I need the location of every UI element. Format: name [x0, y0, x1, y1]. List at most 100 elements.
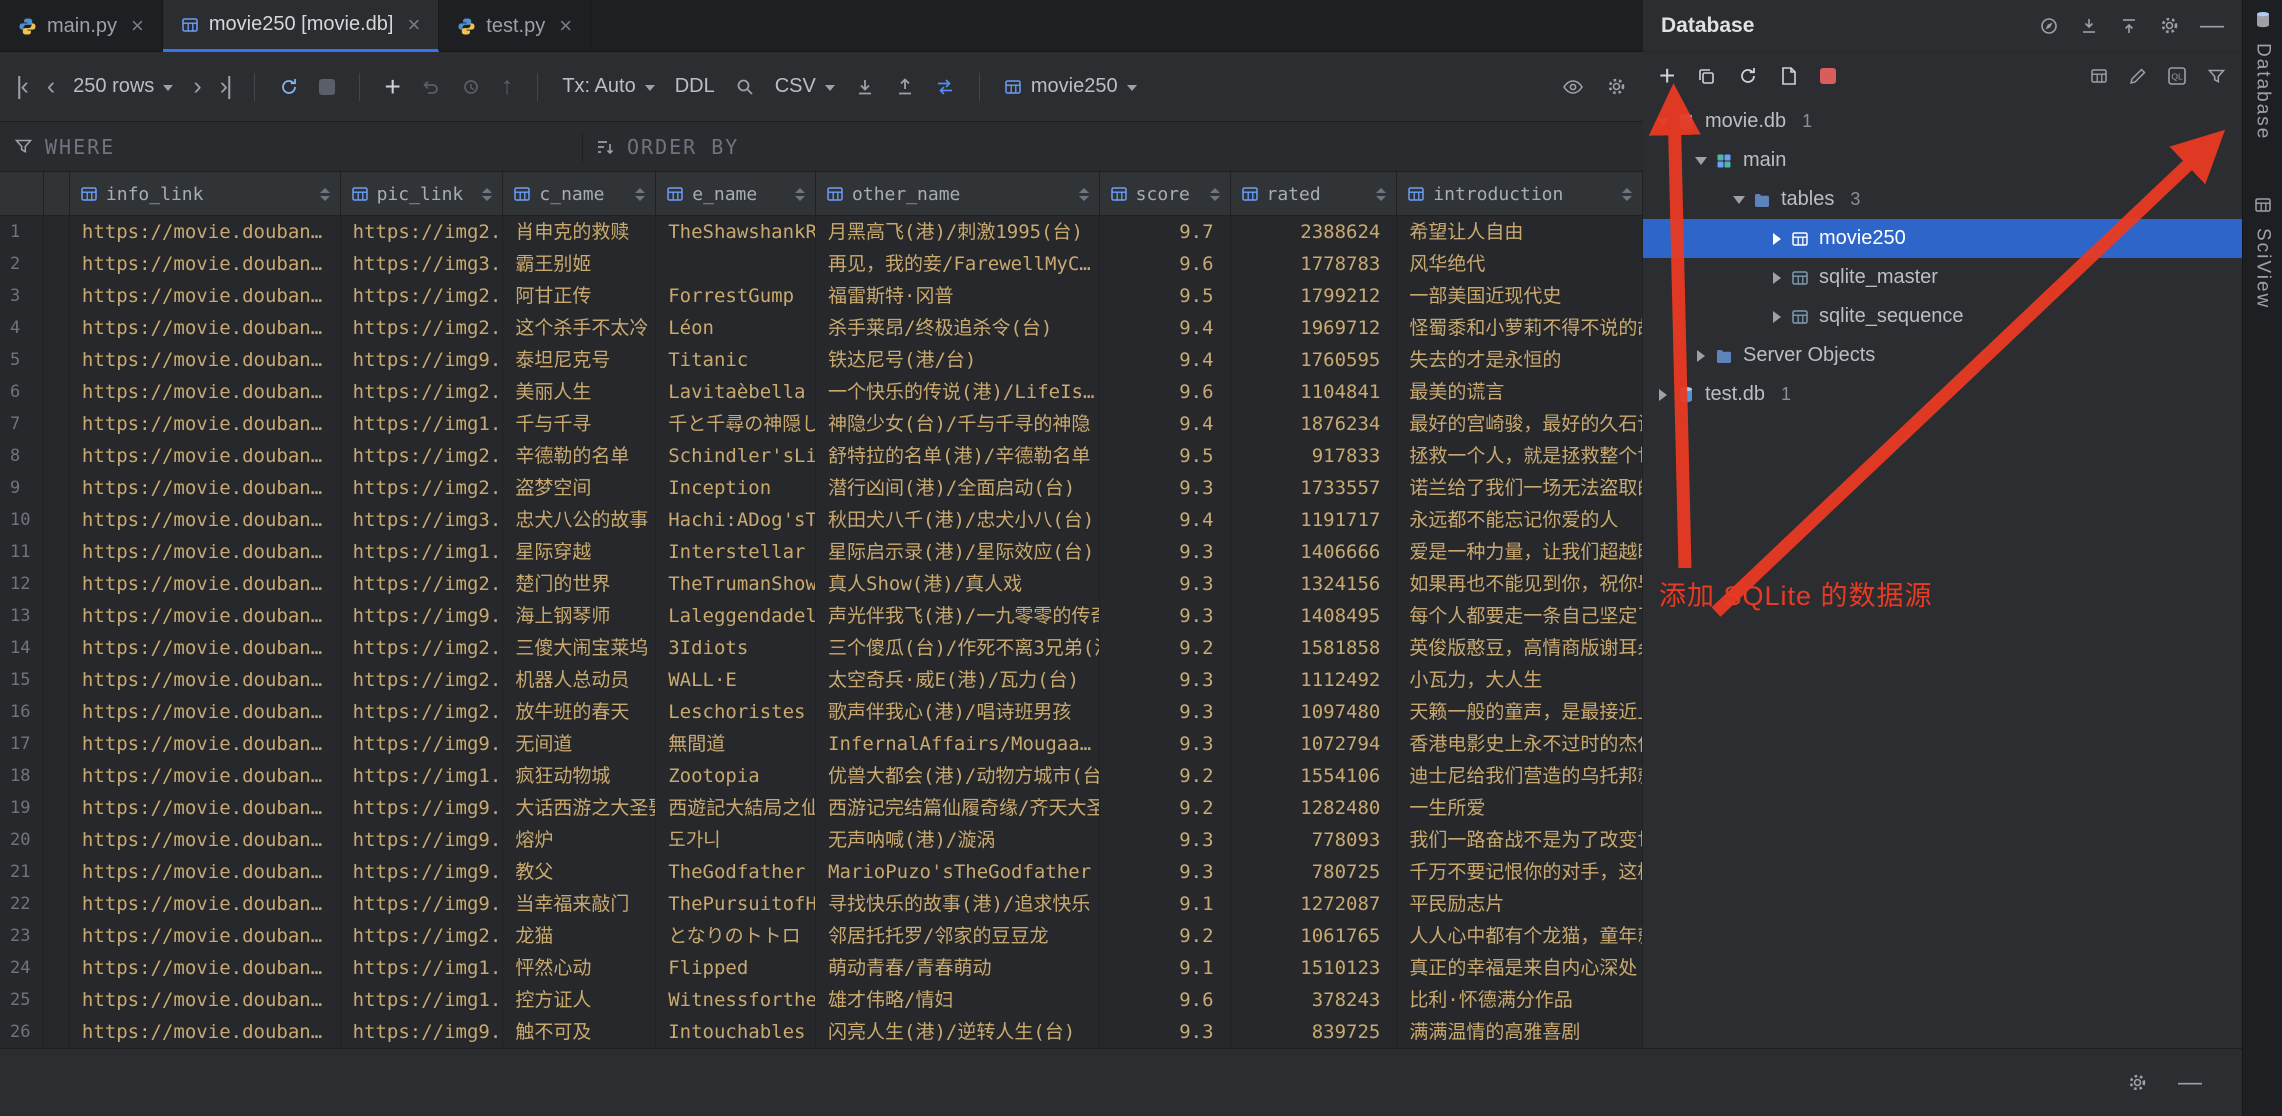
cell-introduction[interactable]: 真正的幸福是来自内心深处 — [1397, 952, 1643, 984]
cell-e_name[interactable]: ThePursuitofHapp… — [656, 888, 816, 920]
cell-c_name[interactable]: 触不可及 — [503, 1016, 656, 1048]
cell-c_name[interactable]: 当幸福来敲门 — [503, 888, 656, 920]
tree-item-sqlite-master[interactable]: sqlite_master — [1643, 258, 2242, 297]
cell-rated[interactable]: 1969712 — [1231, 312, 1398, 344]
cell-c_name[interactable]: 楚门的世界 — [503, 568, 656, 600]
cell-c_name[interactable]: 阿甘正传 — [503, 280, 656, 312]
cell-introduction[interactable]: 平民励志片 — [1397, 888, 1643, 920]
chevron-right-icon[interactable] — [1659, 389, 1667, 401]
cell-pic_link[interactable]: https://img9.dou… — [341, 824, 504, 856]
cell-rated[interactable]: 1282480 — [1231, 792, 1398, 824]
cell-score[interactable]: 9.2 — [1100, 792, 1231, 824]
cell-pic_link[interactable]: https://img9.dou… — [341, 728, 504, 760]
cell-rated[interactable]: 1191717 — [1231, 504, 1398, 536]
cell-rated[interactable]: 1324156 — [1231, 568, 1398, 600]
cell-score[interactable]: 9.3 — [1100, 824, 1231, 856]
cell-info_link[interactable]: https://movie.douban… — [70, 600, 341, 632]
export-format-dropdown[interactable]: CSV — [775, 75, 835, 98]
cell-score[interactable]: 9.6 — [1100, 984, 1231, 1016]
duplicate-icon[interactable] — [1697, 67, 1716, 86]
cell-info_link[interactable]: https://movie.douban… — [70, 632, 341, 664]
cell-score[interactable]: 9.5 — [1100, 280, 1231, 312]
cell-pic_link[interactable]: https://img3.dou… — [341, 504, 504, 536]
cell-introduction[interactable]: 比利·怀德满分作品 — [1397, 984, 1643, 1016]
ddl-button[interactable]: DDL — [675, 75, 715, 98]
cell-other_name[interactable]: 西游记完结篇仙履奇缘/齐天大圣… — [816, 792, 1100, 824]
cell-other_name[interactable]: MarioPuzo'sTheGodfather — [816, 856, 1100, 888]
cell-info_link[interactable]: https://movie.douban… — [70, 344, 341, 376]
cell-info_link[interactable]: https://movie.douban… — [70, 216, 341, 248]
export-download-icon[interactable] — [855, 77, 875, 97]
cell-introduction[interactable]: 人人心中都有个龙猫，童年就永 — [1397, 920, 1643, 952]
cell-pic_link[interactable]: https://img2.dou… — [341, 376, 504, 408]
order-by-field[interactable]: ORDER BY — [583, 135, 739, 159]
cell-e_name[interactable]: TheTrumanShow — [656, 568, 816, 600]
cell-e_name[interactable]: 西遊記大結局之仙履奇緣 — [656, 792, 816, 824]
cell-score[interactable]: 9.3 — [1100, 536, 1231, 568]
compare-icon[interactable] — [935, 77, 955, 97]
undo-icon[interactable] — [421, 77, 441, 97]
cell-e_name[interactable]: Léon — [656, 312, 816, 344]
cell-introduction[interactable]: 怪蜀黍和小萝莉不得不说的故事 — [1397, 312, 1643, 344]
submit-arrow-icon[interactable]: ↑ — [501, 74, 514, 99]
cell-score[interactable]: 9.1 — [1100, 952, 1231, 984]
cell-e_name[interactable]: Leschoristes — [656, 696, 816, 728]
cell-pic_link[interactable]: https://img9.dou… — [341, 792, 504, 824]
add-row-icon[interactable]: + — [384, 73, 400, 101]
cell-other_name[interactable]: 杀手莱昂/终极追杀令(台) — [816, 312, 1100, 344]
cell-pic_link[interactable]: https://img2.dou… — [341, 440, 504, 472]
cell-pic_link[interactable]: https://img2.dou… — [341, 216, 504, 248]
cell-score[interactable]: 9.3 — [1100, 568, 1231, 600]
cell-e_name[interactable]: Inception — [656, 472, 816, 504]
tree-item-sqlite-sequence[interactable]: sqlite_sequence — [1643, 297, 2242, 336]
cell-other_name[interactable]: InfernalAffairs/Mougaa… — [816, 728, 1100, 760]
cell-c_name[interactable]: 星际穿越 — [503, 536, 656, 568]
cell-pic_link[interactable]: https://img2.dou… — [341, 472, 504, 504]
stop-red-icon[interactable] — [1820, 68, 1836, 84]
stop-icon[interactable] — [319, 79, 335, 95]
cell-info_link[interactable]: https://movie.douban… — [70, 280, 341, 312]
cell-other_name[interactable]: 邻居托托罗/邻家的豆豆龙 — [816, 920, 1100, 952]
cell-rated[interactable]: 1510123 — [1231, 952, 1398, 984]
collapse-all-icon[interactable] — [2119, 16, 2139, 36]
cell-other_name[interactable]: 太空奇兵·威E(港)/瓦力(台) — [816, 664, 1100, 696]
cell-introduction[interactable]: 最好的宫崎骏，最好的久石让 — [1397, 408, 1643, 440]
sort-toggle-icon[interactable] — [1376, 188, 1388, 201]
cell-pic_link[interactable]: https://img2.dou… — [341, 280, 504, 312]
cell-introduction[interactable]: 如果再也不能见到你，祝你早安 — [1397, 568, 1643, 600]
tree-item-test-db[interactable]: test.db1 — [1643, 375, 2242, 414]
cell-e_name[interactable]: 千と千尋の神隠し — [656, 408, 816, 440]
import-upload-icon[interactable] — [895, 77, 915, 97]
column-header-info_link[interactable]: info_link — [70, 172, 341, 216]
cell-e_name[interactable]: 도가니 — [656, 824, 816, 856]
cell-introduction[interactable]: 天籁一般的童声，是最接近上帝 — [1397, 696, 1643, 728]
sql-file-icon[interactable] — [1780, 66, 1798, 86]
cell-other_name[interactable]: 星际启示录(港)/星际效应(台) — [816, 536, 1100, 568]
cell-score[interactable]: 9.3 — [1100, 600, 1231, 632]
view-options-eye-icon[interactable] — [1562, 77, 1584, 97]
cell-pic_link[interactable]: https://img9.dou… — [341, 600, 504, 632]
cell-c_name[interactable]: 放牛班的春天 — [503, 696, 656, 728]
cell-rated[interactable]: 1097480 — [1231, 696, 1398, 728]
cell-other_name[interactable]: 真人Show(港)/真人戏 — [816, 568, 1100, 600]
cell-e_name[interactable] — [656, 248, 816, 280]
tree-item-movie250[interactable]: movie250 — [1643, 219, 2242, 258]
cell-rated[interactable]: 1778783 — [1231, 248, 1398, 280]
cell-other_name[interactable]: 无声呐喊(港)/漩涡 — [816, 824, 1100, 856]
sort-toggle-icon[interactable] — [795, 188, 807, 201]
cell-introduction[interactable]: 香港电影史上永不过时的杰作 — [1397, 728, 1643, 760]
cell-score[interactable]: 9.6 — [1100, 248, 1231, 280]
refresh-icon[interactable] — [279, 77, 299, 97]
cell-info_link[interactable]: https://movie.douban… — [70, 312, 341, 344]
cell-e_name[interactable]: WALL·E — [656, 664, 816, 696]
cell-introduction[interactable]: 我们一路奋战不是为了改变世界 — [1397, 824, 1643, 856]
cell-score[interactable]: 9.7 — [1100, 216, 1231, 248]
chevron-down-icon[interactable] — [1657, 118, 1669, 126]
cell-score[interactable]: 9.5 — [1100, 440, 1231, 472]
cell-pic_link[interactable]: https://img2.dou… — [341, 696, 504, 728]
previous-page-icon[interactable]: ‹ — [47, 74, 53, 99]
cell-c_name[interactable]: 大话西游之大圣娶亲 — [503, 792, 656, 824]
cell-score[interactable]: 9.3 — [1100, 728, 1231, 760]
cell-score[interactable]: 9.6 — [1100, 376, 1231, 408]
cell-score[interactable]: 9.4 — [1100, 344, 1231, 376]
